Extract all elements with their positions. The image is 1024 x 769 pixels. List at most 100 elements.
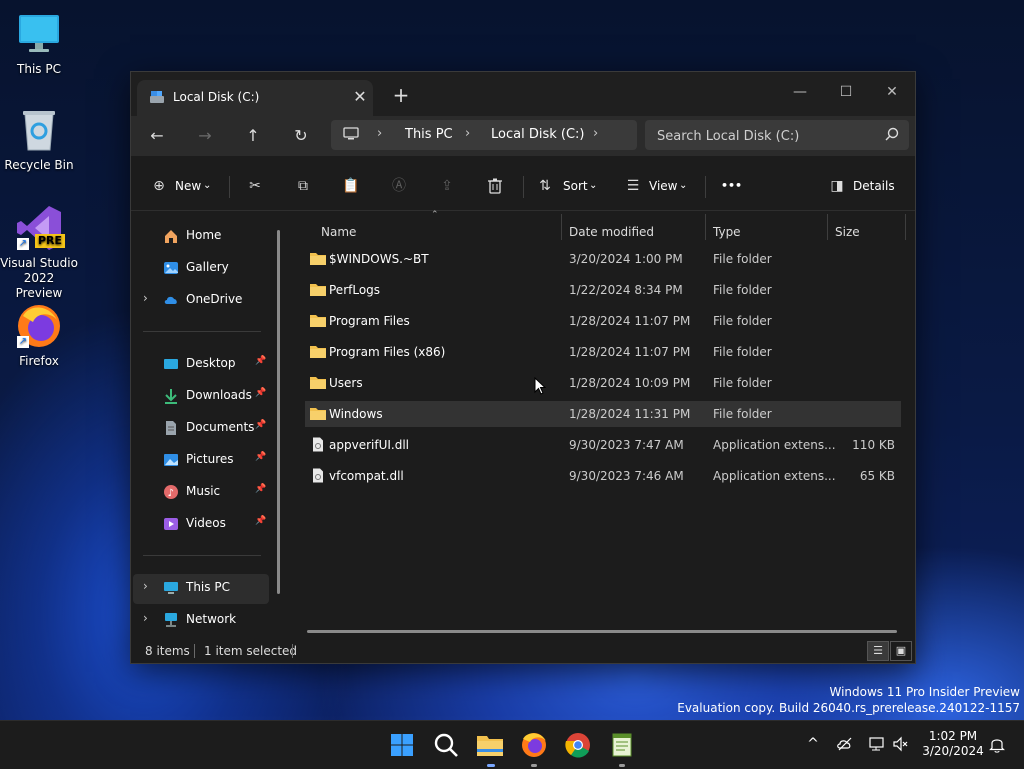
forward-button[interactable]: → [191, 122, 219, 150]
minimize-button[interactable]: — [777, 78, 823, 106]
refresh-button[interactable]: ↻ [287, 122, 315, 150]
tiles-view-icon[interactable]: ▣ [890, 641, 912, 661]
chevron-right-icon[interactable]: › [143, 611, 148, 625]
firefox-taskbar-button[interactable] [518, 729, 550, 761]
sidebar-item-home[interactable]: Home [133, 222, 269, 250]
column-header-name[interactable]: Name [321, 220, 356, 244]
sidebar-item-music[interactable]: ♪ Music 📌 [133, 478, 269, 506]
close-button[interactable]: ✕ [869, 78, 915, 106]
tab-local-disk[interactable]: Local Disk (C:) ✕ [137, 80, 373, 116]
volume-muted-icon[interactable] [892, 735, 910, 753]
shortcut-arrow-icon: ↗ [17, 238, 29, 250]
view-button[interactable]: View [649, 174, 677, 198]
sidebar-item-videos[interactable]: Videos 📌 [133, 510, 269, 538]
column-header-size[interactable]: Size [835, 220, 860, 244]
column-separator[interactable] [561, 214, 562, 240]
address-bar[interactable]: › This PC › Local Disk (C:) › [331, 120, 637, 150]
table-row[interactable]: Program Files 1/28/2024 11:07 PM File fo… [305, 308, 901, 334]
chrome-taskbar-button[interactable] [562, 729, 594, 761]
table-row[interactable]: Program Files (x86) 1/28/2024 11:07 PM F… [305, 339, 901, 365]
notepad-taskbar-button[interactable] [606, 729, 638, 761]
search-icon[interactable] [885, 127, 899, 141]
file-date: 1/28/2024 10:09 PM [569, 376, 691, 390]
watermark-line-2: Evaluation copy. Build 26040.rs_prerelea… [677, 701, 1020, 715]
search-box[interactable] [645, 120, 909, 150]
sidebar-item-label: Gallery [186, 260, 229, 274]
pin-icon[interactable]: 📌 [255, 388, 266, 398]
sidebar-item-downloads[interactable]: Downloads 📌 [133, 382, 269, 410]
sidebar-item-gallery[interactable]: Gallery [133, 254, 269, 282]
pin-icon[interactable]: 📌 [255, 484, 266, 494]
details-button[interactable]: Details [853, 174, 895, 198]
horizontal-scrollbar[interactable] [307, 630, 897, 633]
clock[interactable]: 1:02 PM 3/20/2024 [916, 729, 990, 759]
table-row[interactable]: PerfLogs 1/22/2024 8:34 PM File folder [305, 277, 901, 303]
chevron-right-icon[interactable]: › [593, 126, 598, 141]
maximize-button[interactable]: ☐ [823, 78, 869, 106]
up-button[interactable]: ↑ [239, 122, 267, 150]
search-input[interactable] [655, 126, 879, 146]
drive-icon [149, 90, 165, 104]
network-tray-icon[interactable] [868, 735, 886, 753]
share-icon[interactable]: ⇪ [435, 174, 459, 198]
desktop-icon-visual-studio[interactable]: PRE ↗ Visual Studio 2022 Preview [0, 204, 78, 301]
chevron-down-icon[interactable]: ⌄ [679, 174, 687, 198]
details-view-icon[interactable]: ☰ [867, 641, 889, 661]
paste-icon[interactable]: 📋 [339, 174, 363, 198]
table-row[interactable]: vfcompat.dll 9/30/2023 7:46 AM Applicati… [305, 463, 901, 489]
nav-scrollbar[interactable] [277, 230, 280, 594]
notification-bell-icon[interactable] [988, 735, 1006, 753]
show-hidden-icons-chevron-icon[interactable]: ^ [804, 735, 822, 753]
new-button[interactable]: New [175, 174, 201, 198]
sidebar-item-documents[interactable]: Documents 📌 [133, 414, 269, 442]
desktop-icon-label: This PC [17, 62, 61, 76]
search-button[interactable] [430, 729, 462, 761]
rename-icon[interactable]: Ⓐ [387, 174, 411, 198]
separator [229, 176, 230, 198]
file-list: ⌃ Name Date modified Type Size $WINDOWS.… [289, 210, 915, 638]
sidebar-item-onedrive[interactable]: › OneDrive [133, 286, 269, 314]
table-row[interactable]: Users 1/28/2024 10:09 PM File folder [305, 370, 901, 396]
chevron-down-icon[interactable]: ⌄ [203, 174, 211, 198]
status-separator [194, 644, 195, 658]
breadcrumb-local-disk[interactable]: Local Disk (C:) [491, 127, 584, 142]
pin-icon[interactable]: 📌 [255, 516, 266, 526]
onedrive-tray-icon[interactable] [836, 735, 854, 753]
delete-icon[interactable] [483, 174, 507, 198]
sort-button[interactable]: Sort [563, 174, 588, 198]
copy-icon[interactable]: ⧉ [291, 174, 315, 198]
more-options-button[interactable]: ••• [721, 174, 742, 198]
cut-icon[interactable]: ✂ [243, 174, 267, 198]
breadcrumb-this-pc[interactable]: This PC [405, 127, 453, 142]
start-button[interactable] [386, 729, 418, 761]
close-tab-icon[interactable]: ✕ [349, 86, 371, 108]
sidebar-item-this-pc[interactable]: › This PC [133, 574, 269, 604]
sidebar-item-desktop[interactable]: Desktop 📌 [133, 350, 269, 378]
back-button[interactable]: ← [143, 122, 171, 150]
pin-icon[interactable]: 📌 [255, 420, 266, 430]
column-separator[interactable] [827, 214, 828, 240]
desktop-icon-this-pc[interactable]: This PC [0, 10, 78, 77]
chevron-down-icon[interactable]: ⌄ [589, 174, 597, 198]
desktop-icon-firefox[interactable]: ↗ Firefox [0, 302, 78, 369]
table-row[interactable]: appverifUI.dll 9/30/2023 7:47 AM Applica… [305, 432, 901, 458]
column-separator[interactable] [705, 214, 706, 240]
pin-icon[interactable]: 📌 [255, 356, 266, 366]
chevron-right-icon[interactable]: › [377, 126, 382, 141]
pin-icon[interactable]: 📌 [255, 452, 266, 462]
desktop-icon-recycle-bin[interactable]: Recycle Bin [0, 106, 78, 173]
table-row[interactable]: $WINDOWS.~BT 3/20/2024 1:00 PM File fold… [305, 246, 901, 272]
download-icon [163, 388, 179, 404]
chevron-right-icon[interactable]: › [143, 291, 148, 305]
new-tab-button[interactable]: + [389, 84, 413, 108]
sidebar-item-pictures[interactable]: Pictures 📌 [133, 446, 269, 474]
chevron-right-icon[interactable]: › [465, 126, 470, 141]
column-separator[interactable] [905, 214, 906, 240]
chevron-right-icon[interactable]: › [143, 579, 148, 593]
table-row-selected[interactable]: Windows 1/28/2024 11:31 PM File folder [305, 401, 901, 427]
sidebar-item-network[interactable]: › Network [133, 606, 269, 634]
column-header-type[interactable]: Type [713, 220, 741, 244]
file-type: Application extens... [713, 438, 836, 452]
file-explorer-taskbar-button[interactable] [474, 729, 506, 761]
column-header-date[interactable]: Date modified [569, 220, 654, 244]
